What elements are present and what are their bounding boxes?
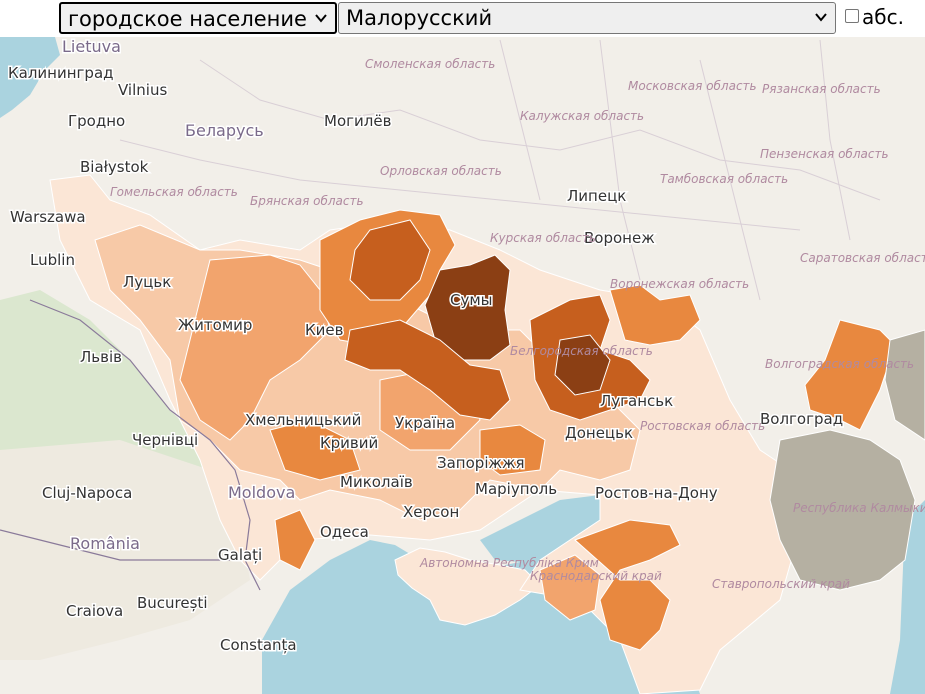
country-label: Беларусь: [185, 121, 264, 140]
city-label: Białystok: [80, 158, 149, 176]
city-label: București: [137, 594, 207, 612]
city-label: Сумы: [450, 291, 493, 309]
language-select[interactable]: Малорусский: [338, 2, 836, 34]
city-label: Одеса: [320, 523, 369, 541]
city-label: Кривий: [320, 434, 378, 452]
region-label: Саратовская область: [800, 251, 925, 265]
chevron-down-icon: [815, 13, 827, 22]
chevron-down-icon: [315, 14, 327, 23]
country-label: Moldova: [228, 483, 295, 502]
region-label: Смоленская область: [365, 57, 495, 71]
region-label: Орловская область: [380, 164, 502, 178]
region-label: Автономна Республіка Крим: [419, 556, 599, 570]
region-label: Пензенская область: [760, 147, 889, 161]
choropleth-map[interactable]: Калининград Lietuva Vilnius Гродно Белар…: [0, 37, 925, 694]
city-label: Гродно: [68, 112, 125, 130]
city-label: Миколаїв: [340, 473, 413, 491]
city-label: Craiova: [66, 602, 123, 620]
city-label: Херсон: [403, 503, 459, 521]
region-label: Белгородская область: [510, 344, 653, 358]
city-label: Хмельницький: [245, 411, 361, 429]
city-label: Луганськ: [600, 392, 673, 410]
toolbar: городское население Малорусский абс.: [0, 0, 925, 37]
region-label: Воронежская область: [610, 277, 749, 291]
city-label: Могилёв: [324, 112, 391, 130]
region-label: Гомельская область: [110, 185, 238, 199]
region-label: Волгоградская область: [765, 357, 914, 371]
city-label: Киев: [305, 321, 343, 339]
region-label: Краснодарский край: [530, 569, 662, 583]
city-label: Луцьк: [123, 273, 171, 291]
city-label: Чернівці: [132, 431, 198, 449]
region-label: Калужская область: [520, 109, 644, 123]
map-canvas[interactable]: Калининград Lietuva Vilnius Гродно Белар…: [0, 37, 925, 694]
city-label: Ростов-на-Дону: [595, 484, 718, 502]
region-label: Курская область: [490, 231, 596, 245]
city-label: Україна: [395, 414, 455, 432]
city-label: Warszawa: [10, 208, 86, 226]
city-label: Lublin: [30, 251, 75, 269]
region-label: Тамбовская область: [660, 172, 788, 186]
city-label: Липецк: [567, 187, 626, 205]
abs-checkbox[interactable]: [845, 9, 859, 23]
abs-checkbox-label[interactable]: абс.: [862, 5, 904, 29]
city-label: Constanța: [220, 636, 297, 654]
metric-select[interactable]: городское население: [59, 2, 337, 34]
city-label: Донецьк: [565, 424, 633, 442]
region-label: Рязанская область: [762, 82, 881, 96]
country-label: România: [70, 534, 140, 553]
region-label: Брянская область: [250, 194, 364, 208]
city-label: Калининград: [8, 64, 114, 82]
city-label: Житомир: [178, 316, 252, 334]
city-label: Маріуполь: [475, 480, 557, 498]
region-label: Республика Калмыкия: [793, 501, 925, 515]
city-label: Львів: [80, 348, 122, 366]
city-label: Волгоград: [760, 410, 843, 428]
country-label: Lietuva: [62, 37, 121, 56]
region-label: Московская область: [628, 79, 757, 93]
city-label: Cluj-Napoca: [42, 484, 132, 502]
city-label: Запоріжжя: [437, 454, 525, 472]
city-label: Vilnius: [118, 81, 167, 99]
city-label: Galați: [218, 546, 262, 564]
region-label: Ростовская область: [640, 419, 765, 433]
language-select-value: Малорусский: [346, 6, 493, 30]
region-label: Ставропольский край: [712, 577, 850, 591]
metric-select-value: городское население: [68, 7, 307, 31]
